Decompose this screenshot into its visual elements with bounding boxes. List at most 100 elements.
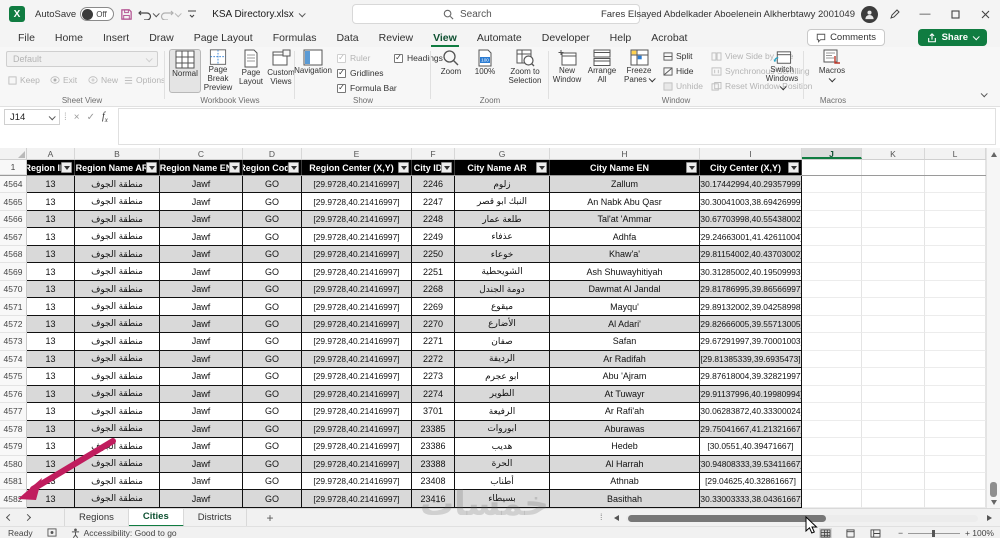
autosave-toggle[interactable]: Off <box>80 7 115 21</box>
table-column-header[interactable]: Region Name AR <box>75 160 160 175</box>
cell[interactable]: 13 <box>27 280 75 299</box>
cell[interactable]: 2248 <box>412 210 455 229</box>
close-button[interactable] <box>970 0 1000 28</box>
empty-cell[interactable] <box>925 403 986 421</box>
cell[interactable]: Jawf <box>160 193 243 211</box>
cell[interactable]: 2246 <box>412 176 455 194</box>
cell[interactable]: [29.67291997,39.70001003] <box>700 333 802 351</box>
row-header-4574[interactable]: 4574 <box>0 350 27 369</box>
empty-cell[interactable] <box>862 263 925 281</box>
cell[interactable]: 2251 <box>412 263 455 281</box>
empty-cell[interactable] <box>802 280 862 299</box>
cell[interactable]: Athnab <box>550 472 700 491</box>
cell[interactable]: ميقوع <box>455 298 550 316</box>
unhide-button[interactable]: Unhide <box>663 81 703 91</box>
row-header-4568[interactable]: 4568 <box>0 245 27 264</box>
cell[interactable]: [29.04625,40.32861667] <box>700 472 802 491</box>
cell[interactable]: GO <box>243 350 302 369</box>
scroll-left-icon[interactable] <box>614 515 619 521</box>
custom-views-button[interactable]: Custom Views <box>265 49 297 93</box>
sheetbar-splitter[interactable]: ⁞ <box>600 512 603 522</box>
scroll-down-icon[interactable] <box>991 500 997 505</box>
cell[interactable]: [29.9728,40.21416997] <box>302 298 412 316</box>
cell[interactable]: GO <box>243 245 302 264</box>
cell[interactable]: [29.87618004,39.32821997] <box>700 368 802 386</box>
empty-cell[interactable] <box>802 350 862 369</box>
select-all-corner[interactable] <box>0 148 27 159</box>
table-column-header[interactable]: City Name EN <box>550 160 700 175</box>
cell[interactable]: Jawf <box>160 385 243 404</box>
cell[interactable]: 2268 <box>412 280 455 299</box>
cell[interactable]: 23416 <box>412 490 455 508</box>
cell[interactable]: Hedeb <box>550 438 700 456</box>
search-input[interactable]: Search <box>352 4 640 24</box>
cell[interactable]: 13 <box>27 228 75 246</box>
cell[interactable]: GO <box>243 420 302 439</box>
normal-view-button[interactable]: Normal <box>169 49 201 93</box>
cell[interactable]: Jawf <box>160 245 243 264</box>
cell[interactable]: 13 <box>27 490 75 508</box>
undo-button[interactable] <box>138 4 160 24</box>
table-column-header[interactable]: Region Name EN <box>160 160 243 175</box>
empty-cell[interactable] <box>862 298 925 316</box>
row-header-4571[interactable]: 4571 <box>0 298 27 316</box>
empty-cell[interactable] <box>862 490 925 508</box>
row-header-4582[interactable]: 4582 <box>0 490 27 508</box>
cell[interactable]: Zallum <box>550 176 700 194</box>
empty-cell[interactable] <box>925 438 986 456</box>
cell[interactable]: 13 <box>27 176 75 194</box>
row-header-4570[interactable]: 4570 <box>0 280 27 299</box>
cell[interactable]: GO <box>243 228 302 246</box>
empty-cell[interactable] <box>925 350 986 369</box>
cell[interactable]: Abu 'Ajram <box>550 368 700 386</box>
cell[interactable]: 3701 <box>412 403 455 421</box>
cell[interactable]: 13 <box>27 438 75 456</box>
cell[interactable]: GO <box>243 455 302 473</box>
cell[interactable]: [29.9728,40.21416997] <box>302 263 412 281</box>
cell[interactable]: [30.67703998,40.55438002] <box>700 210 802 229</box>
empty-cell[interactable] <box>802 263 862 281</box>
cell[interactable]: 23408 <box>412 472 455 491</box>
cell[interactable]: Jawf <box>160 333 243 351</box>
row-header-4572[interactable]: 4572 <box>0 315 27 334</box>
cell[interactable]: Jawf <box>160 490 243 508</box>
empty-cell[interactable] <box>862 280 925 299</box>
sheet-tab-regions[interactable]: Regions <box>64 508 129 527</box>
exit-sheet-view-button[interactable]: Exit <box>50 75 77 85</box>
cell[interactable]: Jawf <box>160 263 243 281</box>
cell[interactable]: الرديفة <box>455 350 550 369</box>
page-layout-view-button[interactable]: Page Layout <box>235 49 267 93</box>
table-column-header[interactable]: Region ID <box>27 160 75 175</box>
cell[interactable]: Jawf <box>160 350 243 369</box>
cell[interactable]: دومة الجندل <box>455 280 550 299</box>
empty-cell[interactable] <box>862 245 925 264</box>
status-page-break-button[interactable] <box>869 528 882 538</box>
cell[interactable]: منطقة الجوف <box>75 472 160 491</box>
cell[interactable]: [30.31285002,40.19509993] <box>700 263 802 281</box>
cell[interactable]: [29.9728,40.21416997] <box>302 350 412 369</box>
empty-cell[interactable] <box>862 368 925 386</box>
cell[interactable]: Jawf <box>160 403 243 421</box>
cell[interactable]: GO <box>243 210 302 229</box>
cell[interactable]: [29.9728,40.21416997] <box>302 368 412 386</box>
cell[interactable]: 13 <box>27 472 75 491</box>
column-header-F[interactable]: F <box>412 148 455 159</box>
empty-cell[interactable] <box>925 490 986 508</box>
cell[interactable]: Jawf <box>160 455 243 473</box>
empty-cell[interactable] <box>802 315 862 334</box>
pen-mode-button[interactable] <box>880 0 910 28</box>
cell[interactable]: منطقة الجوف <box>75 263 160 281</box>
cell[interactable]: الشويحطية <box>455 263 550 281</box>
ribbon-tab-data[interactable]: Data <box>326 28 368 47</box>
filter-dropdown-icon[interactable] <box>441 162 452 173</box>
cell[interactable]: Jawf <box>160 472 243 491</box>
row-header-4578[interactable]: 4578 <box>0 420 27 439</box>
cell[interactable]: خوعاء <box>455 245 550 264</box>
ribbon-tab-automate[interactable]: Automate <box>467 28 532 47</box>
ribbon-tab-view[interactable]: View <box>423 28 467 47</box>
cell[interactable]: 13 <box>27 368 75 386</box>
column-header-C[interactable]: C <box>160 148 243 159</box>
empty-cell[interactable] <box>802 245 862 264</box>
cell[interactable]: GO <box>243 315 302 334</box>
cell[interactable]: Aburawas <box>550 420 700 439</box>
